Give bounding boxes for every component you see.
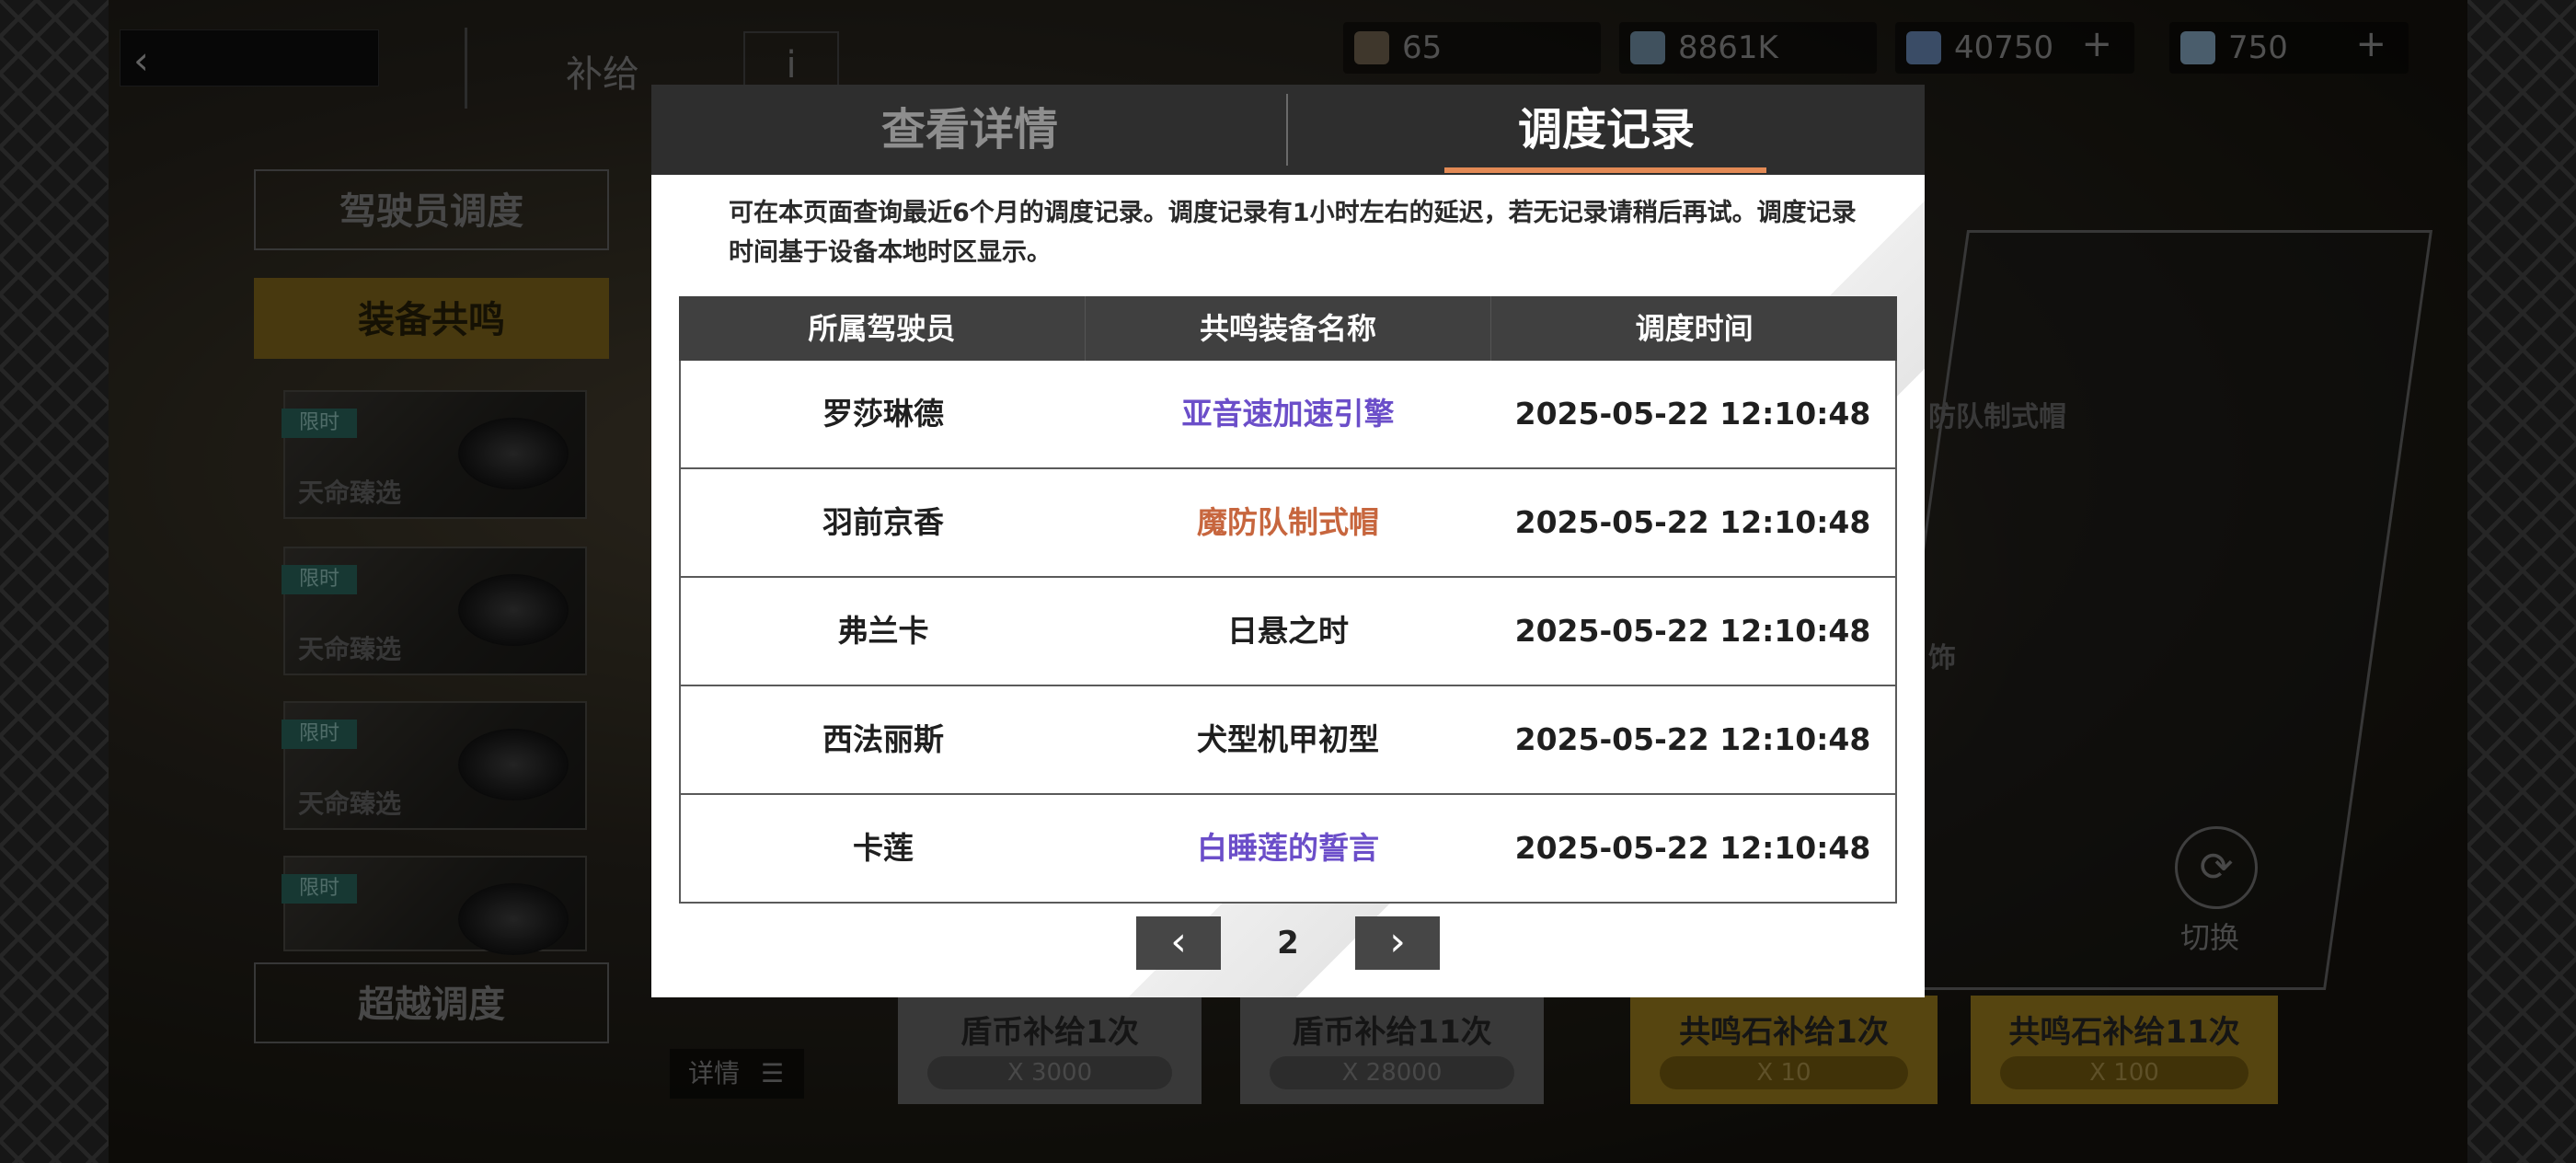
time-cell: 2025-05-22 12:10:48 xyxy=(1514,504,1871,540)
time-cell: 2025-05-22 12:10:48 xyxy=(1514,613,1871,649)
table-header: 所属驾驶员 共鸣装备名称 调度时间 xyxy=(679,296,1897,361)
column-pilot: 所属驾驶员 xyxy=(679,296,1086,361)
dialog-tab-bar: 查看详情 调度记录 xyxy=(651,85,1925,175)
record-notice: 可在本页面查询最近6个月的调度记录。调度记录有1小时左右的延迟，若无记录请稍后再… xyxy=(729,199,1857,267)
equipment-cell: 犬型机甲初型 xyxy=(1197,721,1379,757)
time-cell: 2025-05-22 12:10:48 xyxy=(1514,830,1871,866)
pilot-cell: 罗莎琳德 xyxy=(822,396,944,432)
pilot-cell: 卡莲 xyxy=(853,830,914,866)
table-row: 卡莲 白睡莲的誓言 2025-05-22 12:10:48 xyxy=(679,795,1897,904)
column-time: 调度时间 xyxy=(1635,311,1754,346)
pagination: ‹ 2 › xyxy=(651,916,1925,972)
pilot-cell: 羽前京香 xyxy=(822,504,944,540)
dispatch-record-dialog: 查看详情 调度记录 可在本页面查询最近6个月的调度记录。调度记录有1小时左右的延… xyxy=(651,85,1925,997)
column-equipment: 共鸣装备名称 xyxy=(1086,296,1492,361)
pilot-cell: 弗兰卡 xyxy=(837,613,929,649)
previous-page-button[interactable]: ‹ xyxy=(1136,916,1221,970)
table-row: 羽前京香 魔防队制式帽 2025-05-22 12:10:48 xyxy=(679,469,1897,578)
table-row: 西法丽斯 犬型机甲初型 2025-05-22 12:10:48 xyxy=(679,686,1897,795)
next-page-button[interactable]: › xyxy=(1355,916,1440,970)
time-cell: 2025-05-22 12:10:48 xyxy=(1514,396,1871,432)
tab-dispatch-records[interactable]: 调度记录 xyxy=(1288,85,1925,175)
pilot-cell: 西法丽斯 xyxy=(822,721,944,757)
time-cell: 2025-05-22 12:10:48 xyxy=(1514,721,1871,757)
equipment-cell: 魔防队制式帽 xyxy=(1197,504,1379,540)
current-page-number: 2 xyxy=(1277,925,1299,961)
tab-view-details[interactable]: 查看详情 xyxy=(651,85,1288,175)
equipment-cell: 亚音速加速引擎 xyxy=(1181,396,1395,432)
table-row: 弗兰卡 日悬之时 2025-05-22 12:10:48 xyxy=(679,578,1897,686)
active-tab-indicator xyxy=(1444,167,1766,173)
game-screen: ‹ 补给 i 65 8861K 40750 + 750 + 驾驶员调度 装备共鸣… xyxy=(0,0,2576,1163)
table-row: 罗莎琳德 亚音速加速引擎 2025-05-22 12:10:48 xyxy=(679,361,1897,469)
equipment-cell: 日悬之时 xyxy=(1227,613,1349,649)
records-table: 所属驾驶员 共鸣装备名称 调度时间 罗莎琳德 亚音速加速引擎 2025-05-2… xyxy=(679,296,1897,904)
equipment-cell: 白睡莲的誓言 xyxy=(1197,830,1379,866)
